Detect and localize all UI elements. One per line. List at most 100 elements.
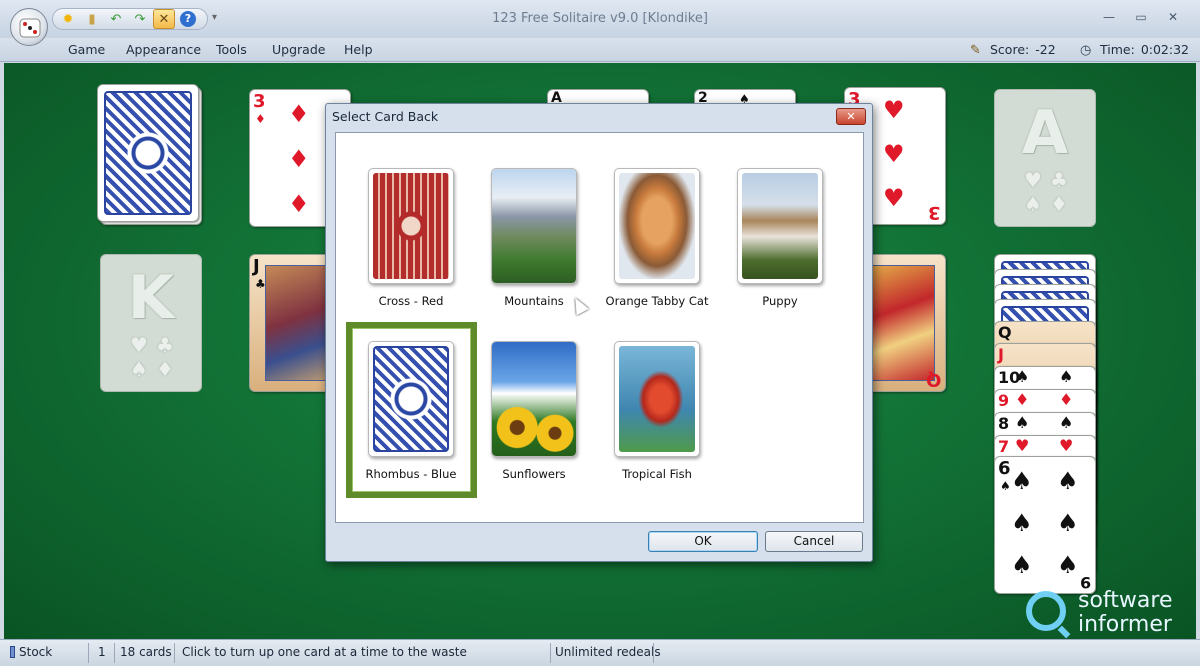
magnifier-logo-icon [1026,591,1066,631]
heart-icon: ♥ [1059,436,1074,455]
card-back-option[interactable]: Cross - Red [352,168,470,308]
card-back-label: Puppy [762,294,798,308]
card-rank: Q [998,323,1012,342]
card-rank-bottom: Q [925,369,941,390]
menu-tools[interactable]: Tools [216,42,247,57]
card-back-gallery: Cross - Red Mountains Orange Tabby Cat P… [335,132,864,523]
card-rank: 3 [253,91,266,112]
card-suit: ♦ [255,112,266,126]
window-title: 123 Free Solitaire v9.0 [Klondike] [492,11,708,26]
menu-upgrade[interactable]: Upgrade [272,42,325,57]
card-back-label: Cross - Red [378,294,444,308]
status-stock: Stock [10,645,52,659]
diamond-icon: ♦ [288,190,310,218]
tableau-empty-slot[interactable]: K ♥ ♣ ♠ ♦ [100,254,202,392]
score-value: -22 [1035,42,1056,57]
card-back-label: Orange Tabby Cat [605,294,709,308]
menu-help[interactable]: Help [344,42,373,57]
spade-icon: ♠ [1059,413,1074,432]
software-informer-watermark: software informer [1026,588,1196,638]
slot-suits: ♥ ♣ ♠ ♦ [1024,168,1068,216]
card-back-thumb [491,341,577,457]
heart-icon: ♥ [883,184,905,212]
watermark-line1: software [1078,588,1173,613]
card-back-thumb [368,341,454,457]
dialog-close-button[interactable]: ✕ [836,108,866,125]
close-button[interactable]: ✕ [1160,10,1186,28]
status-bar: Stock 1 18 cards Click to turn up one ca… [0,639,1200,666]
select-card-back-dialog: Select Card Back ✕ Cross - Red Mountains… [325,103,873,562]
card-back-thumb [614,341,700,457]
spade-icon: ♠ [1015,367,1030,386]
card-back-thumb [614,168,700,284]
diamond-icon: ♦ [1059,390,1074,409]
score-display: ✎ Score: -22 [970,42,1056,58]
slot-suits: ♥ ♣ ♠ ♦ [130,333,174,381]
foundation-empty-slot[interactable]: A ♥ ♣ ♠ ♦ [994,89,1096,227]
status-separator [174,643,175,663]
maximize-button[interactable]: ▭ [1128,10,1154,28]
spade-icon: ♠ [1057,467,1079,495]
title-bar: ✹ ▮ ↶ ↷ ✕ ? ▾ 123 Free Solitaire v9.0 [K… [0,0,1200,38]
card-back-option[interactable]: Puppy [721,168,839,308]
status-redeals: Unlimited redeals [555,645,661,659]
spade-icon: ♠ [1000,479,1011,493]
spade-icon: ♠ [1015,413,1030,432]
stock-card[interactable] [97,84,199,222]
spade-icon: ♠ [1057,509,1079,537]
time-display: ◷ Time: 0:02:32 [1080,42,1189,58]
clock-icon: ◷ [1080,42,1092,58]
status-cards: 18 cards [120,645,172,659]
app-menu-orb[interactable] [10,8,48,46]
watermark-line2: informer [1078,612,1172,637]
card-back-thumb [737,168,823,284]
card-back-option[interactable]: Mountains [475,168,593,308]
time-label: Time: [1100,42,1135,57]
card-back-option[interactable]: Sunflowers [475,341,593,481]
menu-bar: Game Appearance Tools Upgrade Help ✎ Sco… [0,38,1200,62]
card-back-label: Rhombus - Blue [365,467,457,481]
status-separator [550,643,551,663]
slot-letter: K [127,263,175,333]
status-hint: Click to turn up one card at a time to t… [182,645,467,659]
card-rank: J [998,345,1004,364]
card-rank: J [253,256,260,277]
heart-icon: ♥ [883,96,905,124]
heart-icon: ♥ [1015,436,1030,455]
card-back-label: Sunflowers [502,467,566,481]
card-back-option[interactable]: Tropical Fish [598,341,716,481]
menu-game[interactable]: Game [68,42,105,57]
diamond-icon: ♦ [288,145,310,173]
card-back-thumb [491,168,577,284]
status-separator [114,643,115,663]
score-label: Score: [990,42,1030,57]
dice-icon [19,18,41,38]
minimize-button[interactable]: — [1096,10,1122,28]
score-icon: ✎ [970,42,981,58]
menu-appearance[interactable]: Appearance [126,42,201,57]
card-back-option-selected[interactable]: Rhombus - Blue [352,341,470,481]
card-suit: ♣ [255,277,266,291]
card-rank: 6 [998,458,1011,479]
card-back-thumb [368,168,454,284]
heart-icon: ♥ [883,140,905,168]
card-back-option[interactable]: Orange Tabby Cat [598,168,716,308]
spade-icon: ♠ [1011,509,1033,537]
status-separator [88,643,89,663]
status-stock-label: Stock [19,645,53,659]
spade-icon: ♠ [1011,467,1033,495]
spade-icon: ♠ [1057,551,1079,579]
diamond-icon: ♦ [288,100,310,128]
card-rank: 7 [998,437,1010,456]
spade-icon: ♠ [1059,367,1074,386]
diamond-icon: ♦ [1015,390,1030,409]
ok-button[interactable]: OK [648,531,758,552]
stock-icon [10,646,15,658]
card-back-label: Tropical Fish [622,467,692,481]
cancel-button[interactable]: Cancel [765,531,863,552]
spade-icon: ♠ [1011,551,1033,579]
card-rank-bottom: 3 [928,202,941,223]
card-rank: 8 [998,414,1010,433]
dialog-title: Select Card Back [332,109,439,124]
tableau-six-spades[interactable]: 6 ♠ ♠ ♠ ♠ ♠ ♠ ♠ 9 [994,456,1096,594]
